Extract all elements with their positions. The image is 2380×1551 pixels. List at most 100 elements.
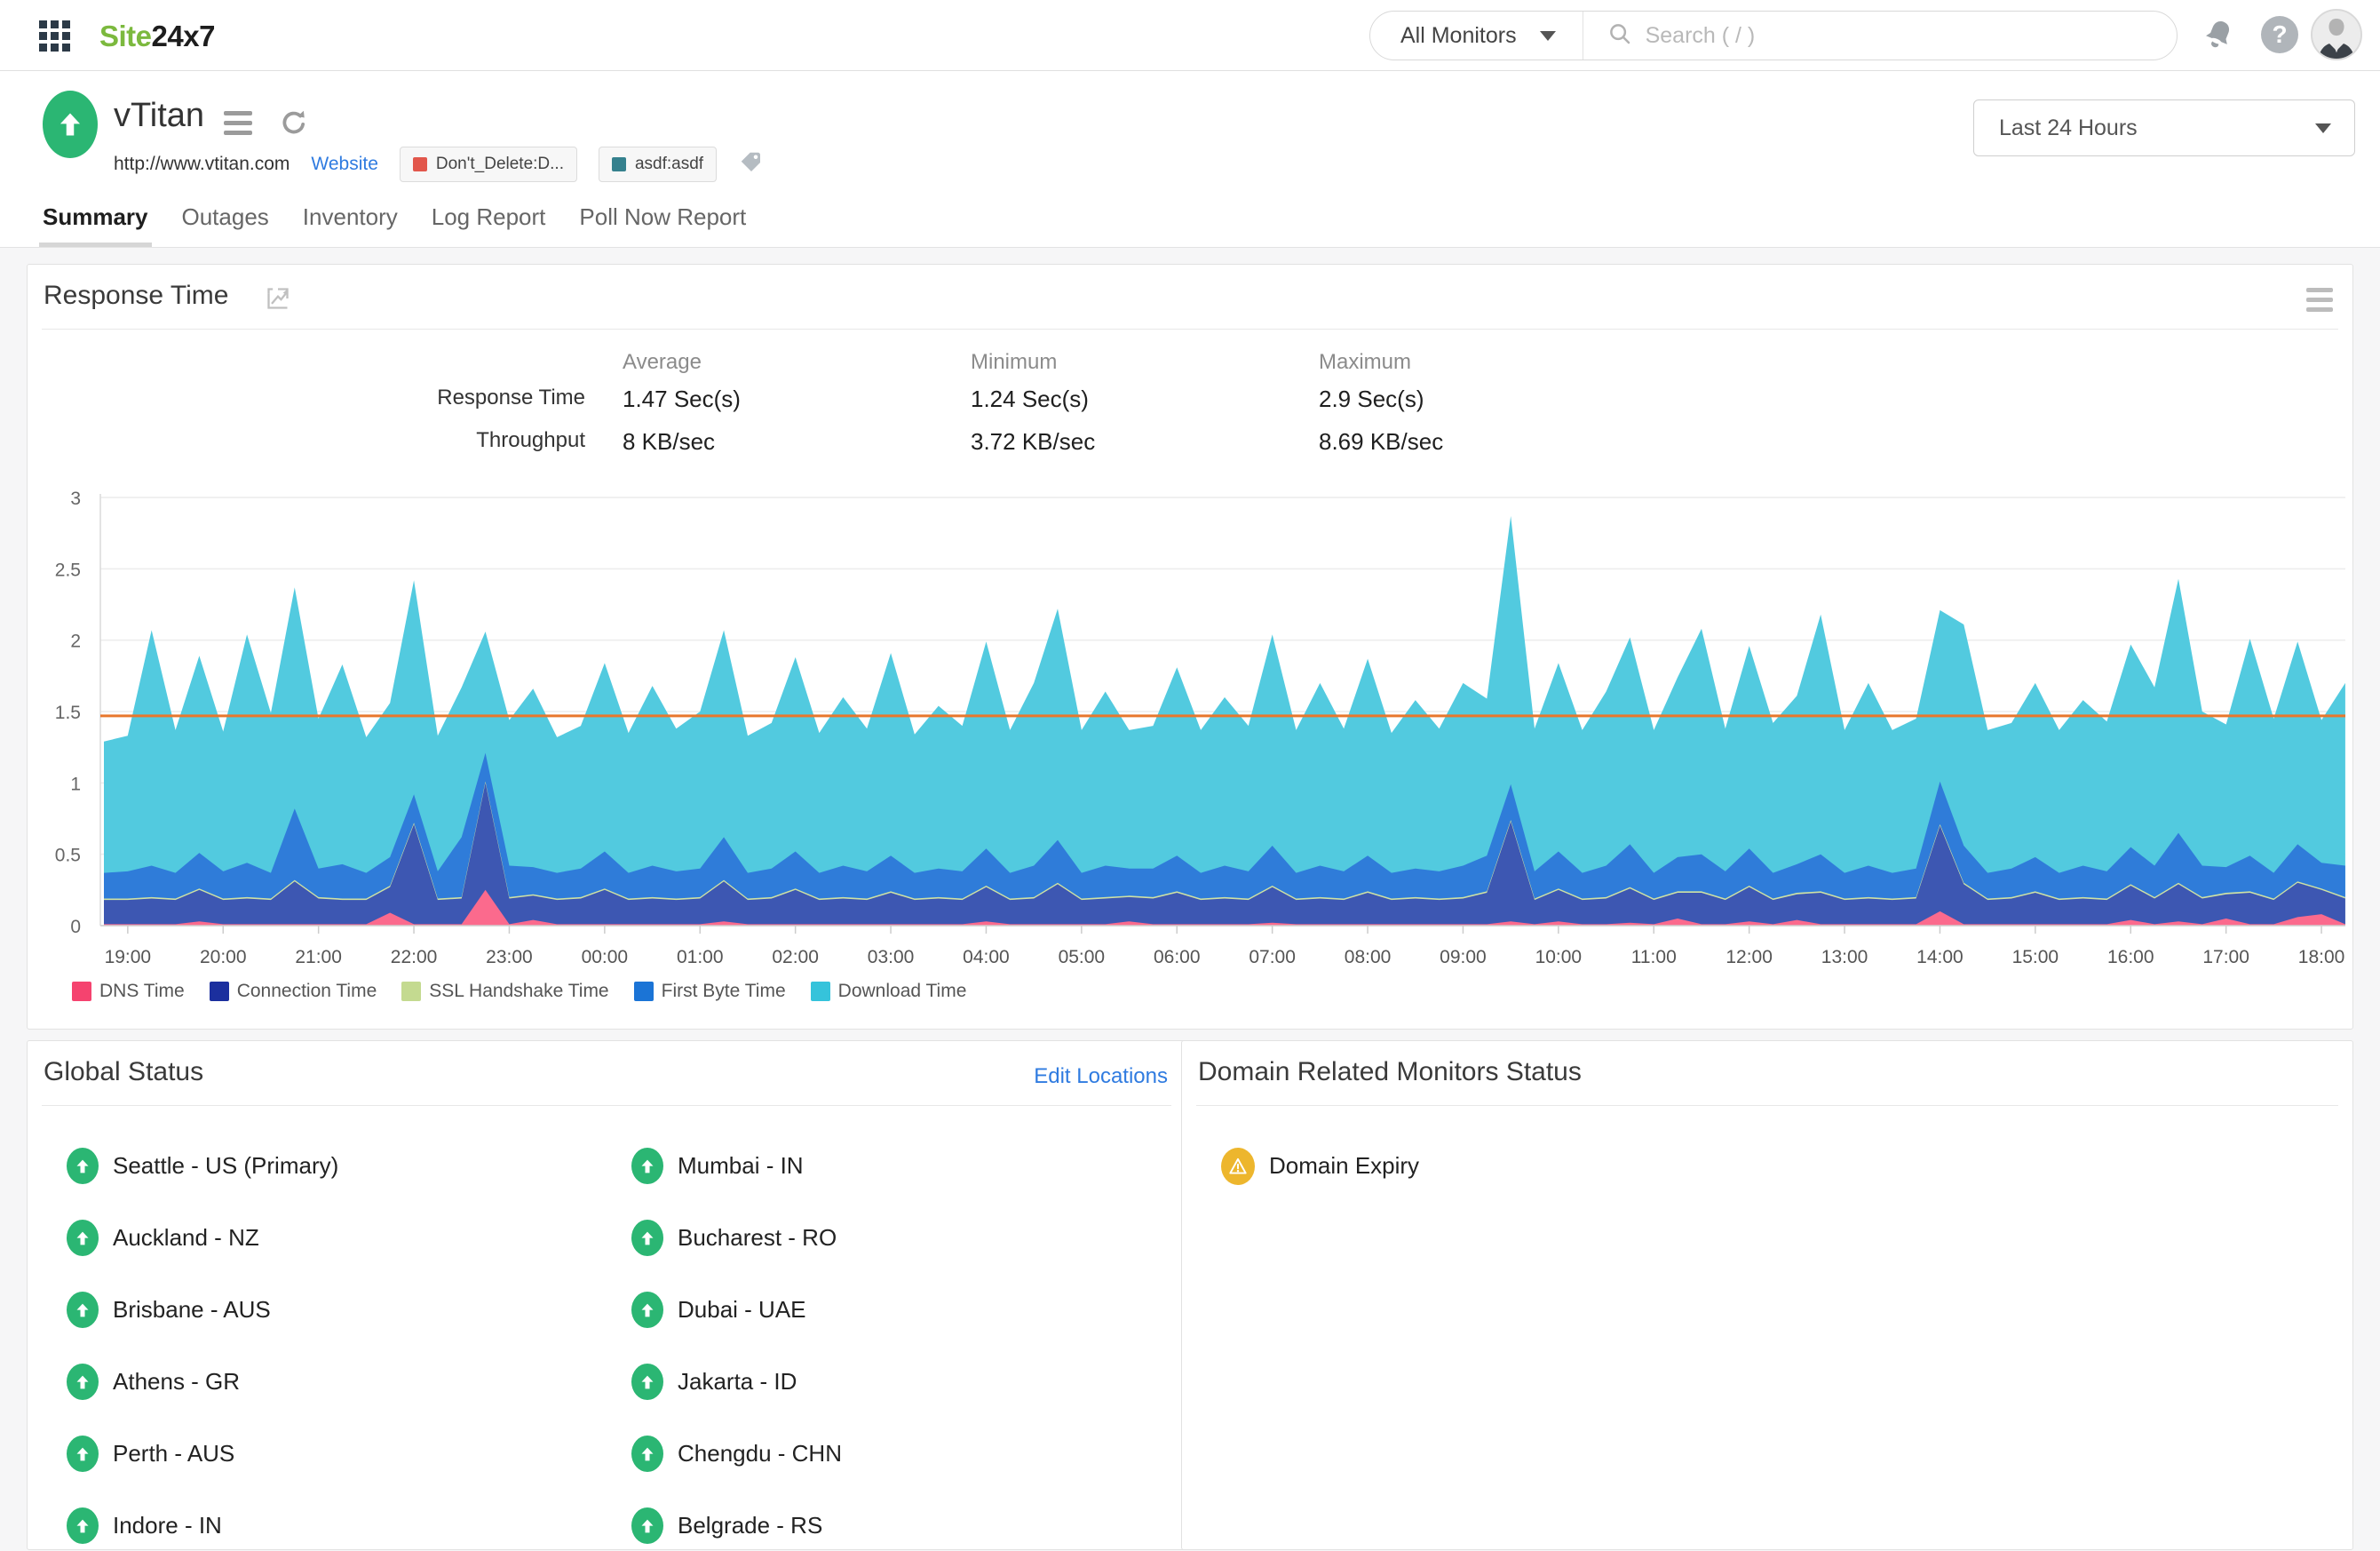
notifications-bell-icon[interactable]: [2199, 16, 2238, 60]
tag-chip[interactable]: asdf:asdf: [599, 147, 717, 182]
status-up-icon: [631, 1436, 663, 1472]
tab-summary[interactable]: Summary: [43, 203, 148, 243]
svg-text:12:00: 12:00: [1726, 947, 1773, 967]
legend-item-download-time[interactable]: Download Time: [811, 981, 967, 1002]
svg-text:3: 3: [70, 489, 81, 509]
svg-text:00:00: 00:00: [582, 947, 629, 967]
legend-label: First Byte Time: [662, 981, 786, 1002]
help-icon[interactable]: ?: [2261, 16, 2298, 53]
svg-text:08:00: 08:00: [1345, 947, 1392, 967]
monitor-header: vTitan http://www.vtitan.com Website Don…: [0, 72, 2380, 247]
svg-text:03:00: 03:00: [868, 947, 915, 967]
svg-text:2: 2: [70, 632, 81, 652]
location-label: Chengdu - CHN: [678, 1440, 842, 1467]
logo-part-green: Site: [99, 20, 152, 52]
location-item: Belgrade - RS: [631, 1490, 842, 1551]
search-zone: [1583, 20, 2177, 52]
svg-text:06:00: 06:00: [1154, 947, 1201, 967]
refresh-icon[interactable]: [277, 106, 311, 144]
location-label: Seattle - US (Primary): [113, 1152, 338, 1180]
card-menu-icon[interactable]: [2306, 288, 2333, 312]
response-time-card: Response Time Average Minimum Maximum Re…: [27, 264, 2353, 1030]
svg-text:07:00: 07:00: [1249, 947, 1296, 967]
location-label: Brisbane - AUS: [113, 1296, 271, 1324]
svg-text:18:00: 18:00: [2298, 947, 2345, 967]
status-warning-icon: [1221, 1148, 1255, 1185]
monitor-tabs: Summary Outages Inventory Log Report Pol…: [43, 203, 746, 243]
status-up-icon: [67, 1148, 99, 1184]
svg-text:15:00: 15:00: [2012, 947, 2059, 967]
location-label: Auckland - NZ: [113, 1224, 259, 1252]
domain-monitors-card: Domain Related Monitors Status Domain Ex…: [1181, 1040, 2353, 1550]
legend-item-first-byte-time[interactable]: First Byte Time: [634, 981, 786, 1002]
stat-response-min: 1.24 Sec(s): [971, 386, 1089, 413]
user-avatar[interactable]: [2311, 9, 2362, 60]
stats-header-maximum: Maximum: [1319, 350, 1411, 375]
legend-item-connection-time[interactable]: Connection Time: [210, 981, 377, 1002]
monitor-filter-dropdown[interactable]: All Monitors: [1370, 12, 1583, 60]
svg-text:23:00: 23:00: [486, 947, 533, 967]
monitor-type-link[interactable]: Website: [311, 154, 377, 175]
app-launcher-icon[interactable]: [39, 20, 71, 52]
location-label: Mumbai - IN: [678, 1152, 804, 1180]
location-item: Jakarta - ID: [631, 1346, 842, 1418]
tag-chip[interactable]: Don't_Delete:D...: [400, 147, 577, 182]
monitor-filter-label: All Monitors: [1400, 23, 1517, 49]
locations-column-1: Seattle - US (Primary) Auckland - NZ Bri…: [67, 1130, 338, 1551]
location-item: Auckland - NZ: [67, 1202, 338, 1274]
divider: [42, 1105, 1171, 1106]
main-content: Response Time Average Minimum Maximum Re…: [0, 247, 2380, 1551]
monitor-actions-menu-icon[interactable]: [224, 111, 252, 135]
status-up-icon: [631, 1292, 663, 1328]
domain-item[interactable]: Domain Expiry: [1221, 1130, 1419, 1202]
tab-poll-now-report[interactable]: Poll Now Report: [579, 203, 746, 243]
svg-text:21:00: 21:00: [295, 947, 342, 967]
tab-inventory[interactable]: Inventory: [303, 203, 398, 243]
tag-icon[interactable]: [738, 149, 765, 180]
legend-label: Connection Time: [237, 981, 377, 1002]
site24x7-logo[interactable]: Site24x7: [99, 20, 215, 53]
stat-throughput-max: 8.69 KB/sec: [1319, 428, 1443, 456]
status-up-icon: [631, 1148, 663, 1184]
global-status-card: Global Status Edit Locations Seattle - U…: [27, 1040, 1186, 1550]
response-time-chart[interactable]: 00.511.522.5319:0020:0021:0022:0023:0000…: [28, 481, 2354, 979]
search-input[interactable]: [1646, 23, 2107, 49]
location-label: Belgrade - RS: [678, 1512, 822, 1539]
top-bar: Site24x7 All Monitors ?: [0, 0, 2380, 71]
logo-part-dark: 24x7: [152, 20, 215, 52]
svg-text:20:00: 20:00: [200, 947, 247, 967]
global-status-title: Global Status: [44, 1057, 203, 1087]
status-up-icon: [631, 1220, 663, 1256]
edit-locations-link[interactable]: Edit Locations: [1034, 1064, 1168, 1089]
svg-text:14:00: 14:00: [1916, 947, 1964, 967]
svg-text:09:00: 09:00: [1440, 947, 1487, 967]
legend-item-dns-time[interactable]: DNS Time: [72, 981, 185, 1002]
stat-throughput-avg: 8 KB/sec: [623, 428, 715, 456]
legend-swatch: [401, 982, 421, 1001]
location-label: Dubai - UAE: [678, 1296, 806, 1324]
status-up-icon: [67, 1364, 99, 1400]
svg-text:01:00: 01:00: [677, 947, 724, 967]
tab-outages[interactable]: Outages: [182, 203, 269, 243]
trend-chart-icon[interactable]: [266, 286, 290, 315]
legend-label: SSL Handshake Time: [429, 981, 608, 1002]
tag-label: Don't_Delete:D...: [436, 155, 564, 174]
stats-row-label: Response Time: [292, 386, 585, 410]
location-item: Dubai - UAE: [631, 1274, 842, 1346]
location-label: Bucharest - RO: [678, 1224, 837, 1252]
location-item: Seattle - US (Primary): [67, 1130, 338, 1202]
chart-legend: DNS Time Connection Time SSL Handshake Tim…: [72, 981, 966, 1002]
response-time-title: Response Time: [44, 281, 228, 311]
legend-item-ssl-handshake-time[interactable]: SSL Handshake Time: [401, 981, 608, 1002]
legend-label: Download Time: [838, 981, 967, 1002]
svg-text:17:00: 17:00: [2202, 947, 2249, 967]
location-label: Perth - AUS: [113, 1440, 234, 1467]
status-up-icon: [67, 1436, 99, 1472]
tab-log-report[interactable]: Log Report: [432, 203, 546, 243]
locations-column-2: Mumbai - IN Bucharest - RO Dubai - UAE J…: [631, 1130, 842, 1551]
monitor-url: http://www.vtitan.com: [114, 154, 290, 175]
svg-text:19:00: 19:00: [105, 947, 152, 967]
time-range-dropdown[interactable]: Last 24 Hours: [1973, 99, 2355, 156]
svg-text:1: 1: [70, 774, 81, 794]
svg-text:05:00: 05:00: [1059, 947, 1106, 967]
